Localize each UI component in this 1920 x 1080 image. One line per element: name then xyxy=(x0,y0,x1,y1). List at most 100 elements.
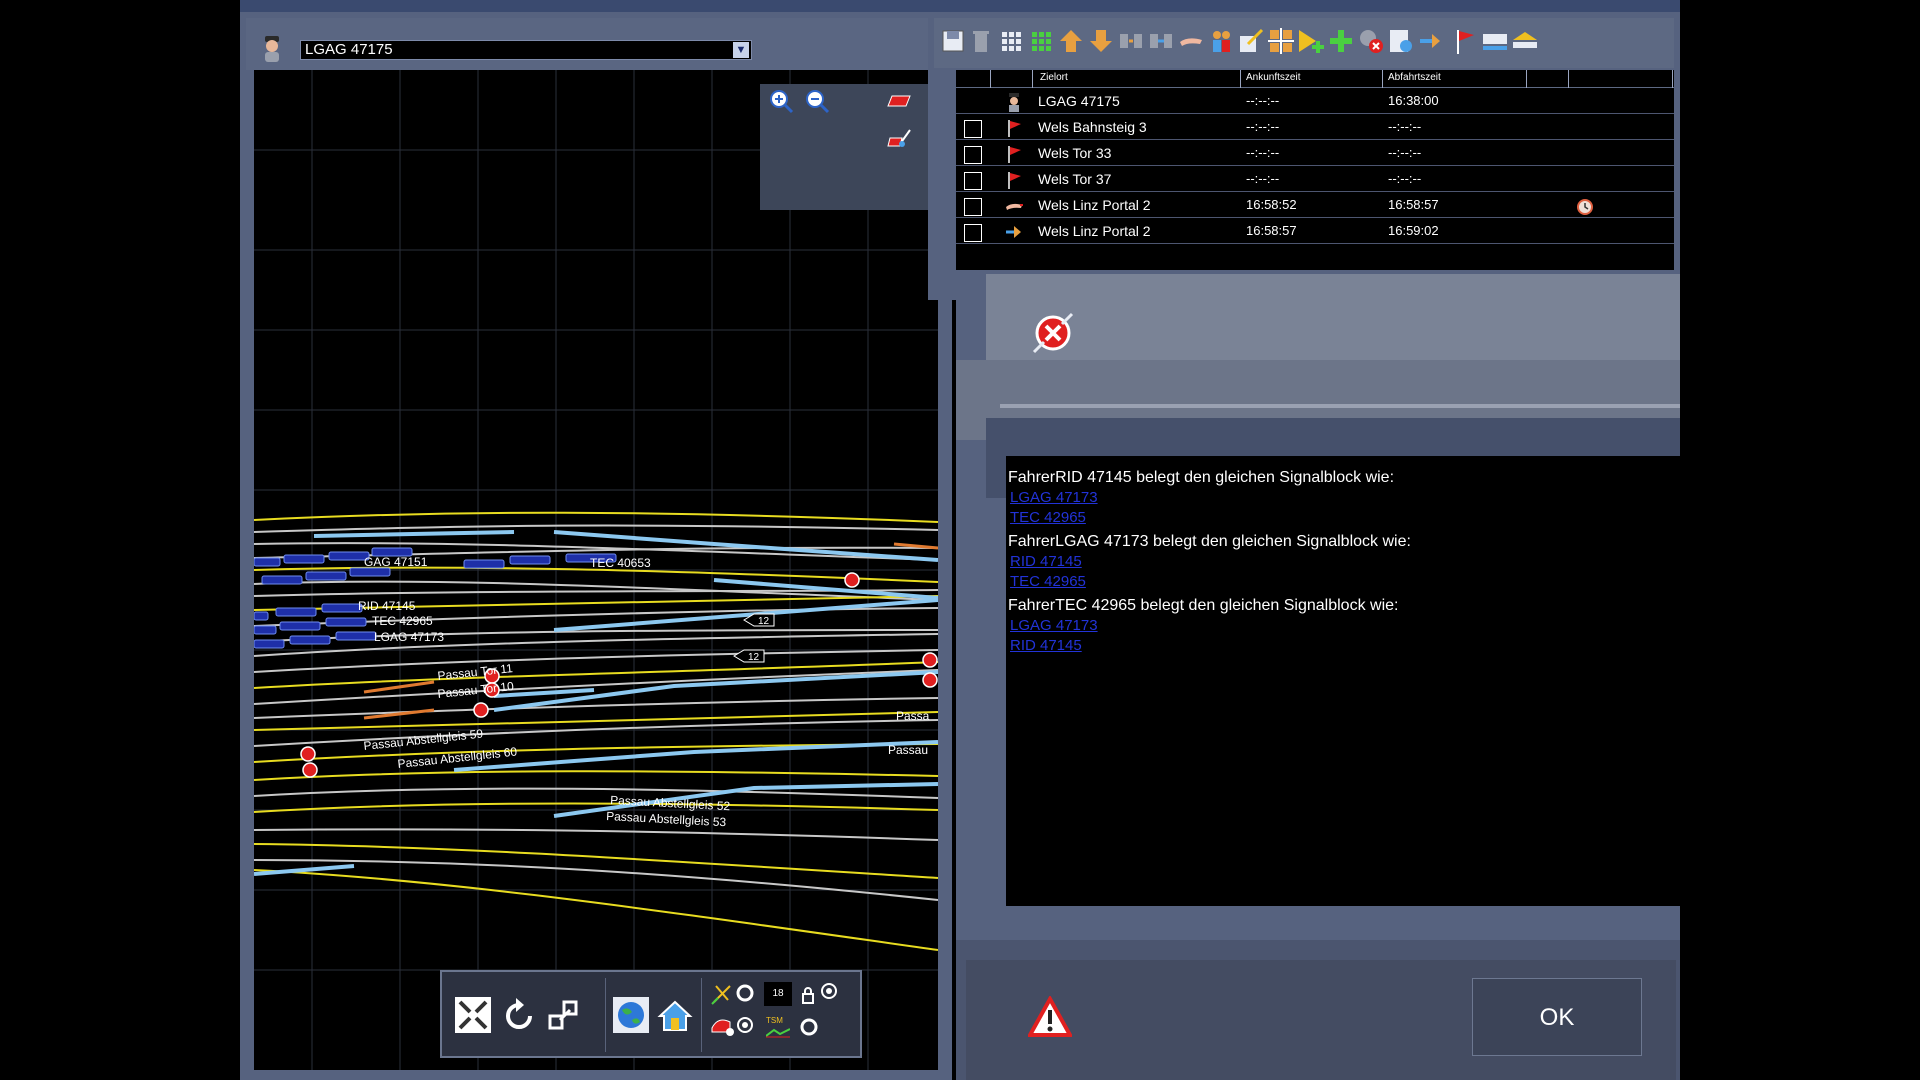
merge-icon[interactable] xyxy=(1146,26,1176,56)
driver-icon xyxy=(1009,93,1019,112)
tsm-indicator[interactable]: TSM xyxy=(764,1014,792,1040)
graph-icon xyxy=(766,1028,790,1038)
row-checkbox[interactable] xyxy=(964,172,982,190)
station-icon[interactable] xyxy=(1510,26,1540,56)
move-down-icon[interactable] xyxy=(1086,26,1116,56)
export-icon[interactable] xyxy=(1416,26,1446,56)
train-link[interactable]: RID 47145 xyxy=(1010,636,1680,656)
row-departure: --:--:-- xyxy=(1388,171,1422,186)
radio-icon[interactable] xyxy=(736,1016,754,1034)
edit-icon[interactable] xyxy=(1236,26,1266,56)
message-header: FahrerLGAG 47173 belegt den gleichen Sig… xyxy=(1008,533,1411,550)
train-select-value: LGAG 47175 xyxy=(305,41,393,58)
speed-marker-label: 12 xyxy=(748,652,760,663)
signal-block-dialog: FahrerRID 47145 belegt den gleichen Sign… xyxy=(956,270,1680,1080)
flag-icon[interactable] xyxy=(1450,26,1480,56)
track-map-svg: GAG 47151 TEC 40653 RID 47145 TEC 42965 … xyxy=(254,70,938,1070)
zoom-out-icon[interactable] xyxy=(804,88,830,114)
train-remove-icon[interactable] xyxy=(710,1014,736,1038)
world-view-icon[interactable] xyxy=(612,996,650,1034)
remove-waypoint-icon[interactable] xyxy=(1356,26,1386,56)
map-panel-titlebar xyxy=(240,0,952,12)
row-checkbox[interactable] xyxy=(964,198,982,216)
radio-icon[interactable] xyxy=(800,1018,818,1036)
fit-view-icon[interactable] xyxy=(454,996,492,1034)
track-map[interactable]: GAG 47151 TEC 40653 RID 47145 TEC 42965 … xyxy=(254,70,938,1070)
message-header: FahrerTEC 42965 belegt den gleichen Sign… xyxy=(1008,597,1399,614)
row-checkbox[interactable] xyxy=(964,120,982,138)
train-link[interactable]: TEC 42965 xyxy=(1010,508,1680,528)
add-waypoint-icon[interactable] xyxy=(1296,26,1326,56)
platform-icon[interactable] xyxy=(1480,26,1510,56)
table-row[interactable]: Wels Linz Portal 2 16:58:57 16:59:02 xyxy=(956,218,1674,244)
track-label: RID 47145 xyxy=(358,599,416,613)
rotate-icon[interactable] xyxy=(500,996,538,1034)
misc-group: 18 TSM xyxy=(702,978,860,1052)
couple-icon xyxy=(1006,203,1023,210)
train-select[interactable]: LGAG 47175 ▼ xyxy=(300,40,752,60)
add-icon[interactable] xyxy=(1326,26,1356,56)
train-link[interactable]: LGAG 47173 xyxy=(1010,488,1680,508)
layout-icon[interactable] xyxy=(1266,26,1296,56)
message-header: FahrerRID 47145 belegt den gleichen Sign… xyxy=(1008,469,1395,486)
table-row[interactable]: Wels Linz Portal 2 16:58:52 16:58:57 xyxy=(956,192,1674,218)
row-departure: 16:58:57 xyxy=(1388,197,1439,212)
column-header-arrival[interactable]: Ankunftszeit xyxy=(1246,72,1300,83)
train-link[interactable]: RID 47145 xyxy=(1010,552,1680,572)
table-row[interactable]: Wels Tor 33 --:--:-- --:--:-- xyxy=(956,140,1674,166)
trash-icon[interactable] xyxy=(966,26,996,56)
driver-icon xyxy=(265,36,279,62)
alarm-clock-icon[interactable] xyxy=(1576,197,1594,215)
home-icon[interactable] xyxy=(656,996,694,1034)
row-destination: LGAG 47175 xyxy=(1038,93,1120,109)
row-checkbox[interactable] xyxy=(964,224,982,242)
lock-icon[interactable] xyxy=(800,986,816,1004)
row-checkbox[interactable] xyxy=(964,146,982,164)
train-link[interactable]: LGAG 47173 xyxy=(1010,616,1680,636)
grid-icon[interactable] xyxy=(996,26,1026,56)
timetable-titlebar xyxy=(928,0,1680,12)
save-icon[interactable] xyxy=(938,26,968,56)
table-row[interactable]: Wels Tor 37 --:--:-- --:--:-- xyxy=(956,166,1674,192)
error-close-icon[interactable] xyxy=(1030,310,1076,356)
table-row[interactable]: LGAG 47175 --:--:-- 16:38:00 xyxy=(956,88,1674,114)
column-header-departure[interactable]: Abfahrtszeit xyxy=(1388,72,1441,83)
eraser-icon[interactable] xyxy=(886,88,912,114)
table-row[interactable]: Wels Bahnsteig 3 --:--:-- --:--:-- xyxy=(956,114,1674,140)
radio-icon[interactable] xyxy=(820,982,838,1000)
ok-button[interactable]: OK xyxy=(1472,978,1642,1056)
track-label: Passau xyxy=(888,743,928,757)
zoom-panel xyxy=(760,84,928,210)
split-icon[interactable] xyxy=(1116,26,1146,56)
row-destination: Wels Tor 37 xyxy=(1038,171,1112,187)
couple-icon[interactable] xyxy=(1176,26,1206,56)
row-arrival: --:--:-- xyxy=(1246,171,1280,186)
view-group xyxy=(442,978,606,1052)
column-header-destination[interactable]: Zielort xyxy=(1040,72,1068,83)
dialog-footer: OK xyxy=(956,940,1680,1080)
track-label: Passa xyxy=(896,709,930,723)
occupied-tracks xyxy=(254,530,938,876)
passengers-icon[interactable] xyxy=(1206,26,1236,56)
timetable-table: Zielort Ankunftszeit Abfahrtszeit LGAG 4… xyxy=(956,70,1674,270)
settings-icon[interactable] xyxy=(1386,26,1416,56)
move-up-icon[interactable] xyxy=(1056,26,1086,56)
draw-icon[interactable] xyxy=(886,126,912,152)
row-arrival: 16:58:52 xyxy=(1246,197,1297,212)
speed-counter: 18 xyxy=(764,982,792,1006)
map-panel: LGAG 47175 ▼ GAG 47151 TEC 40653 RID 471… xyxy=(240,0,952,1080)
chevron-down-icon[interactable]: ▼ xyxy=(733,42,749,58)
radio-icon[interactable] xyxy=(736,984,754,1002)
zoom-in-icon[interactable] xyxy=(768,88,794,114)
train-link[interactable]: TEC 42965 xyxy=(1010,572,1680,592)
tracks xyxy=(254,511,938,951)
screen: LGAG 47175 ▼ GAG 47151 TEC 40653 RID 471… xyxy=(0,0,1920,1080)
resize-icon[interactable] xyxy=(546,996,584,1034)
track-label: LGAG 47173 xyxy=(374,630,444,644)
grid-green-icon[interactable] xyxy=(1026,26,1056,56)
signal-tool-icon[interactable] xyxy=(710,982,734,1006)
track-label: GAG 47151 xyxy=(364,555,428,569)
track-label: TEC 42965 xyxy=(372,614,433,628)
track-label: Passau Tor 10 xyxy=(437,679,515,701)
row-arrival: 16:58:57 xyxy=(1246,223,1297,238)
